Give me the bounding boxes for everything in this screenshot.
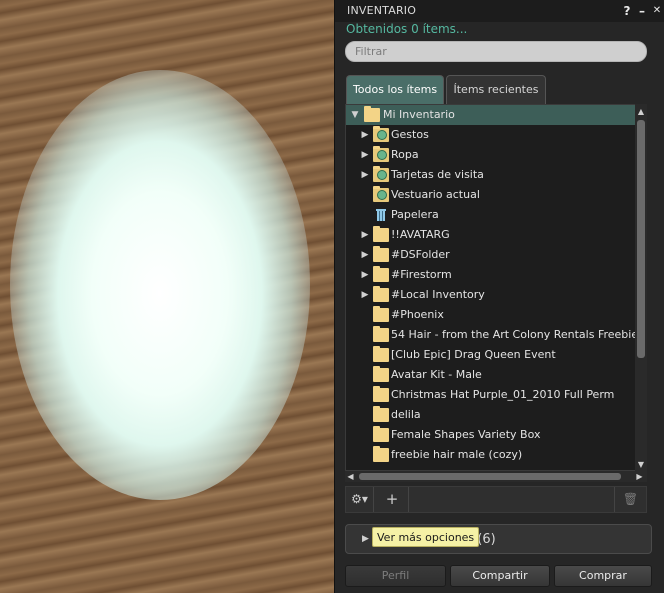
tree-item[interactable]: ▶ Tarjetas de visita	[346, 165, 636, 185]
folder-icon	[373, 366, 389, 382]
folder-icon	[373, 266, 389, 282]
inventory-toolbar: ⚙▾ + 🗑	[345, 486, 647, 513]
tree-item[interactable]: Female Shapes Variety Box	[346, 425, 636, 445]
tree-item-label: Vestuario actual	[391, 188, 480, 201]
tree-item-label: Avatar Kit - Male	[391, 368, 482, 381]
tree-item[interactable]: Christmas Hat Purple_01_2010 Full Perm	[346, 385, 636, 405]
expand-arrow-icon[interactable]: ▶	[360, 145, 370, 165]
title-bar[interactable]: INVENTARIO ? – ✕	[335, 0, 664, 22]
tree-item[interactable]: Avatar Kit - Male	[346, 365, 636, 385]
tree-item-label: Ropa	[391, 148, 419, 161]
window-title: INVENTARIO	[347, 4, 417, 17]
folder-icon	[373, 446, 389, 462]
folder-icon	[373, 406, 389, 422]
folder-icon	[373, 346, 389, 362]
tree-item-label: [Club Epic] Drag Queen Event	[391, 348, 556, 361]
tree-item[interactable]: ▶ Ropa	[346, 145, 636, 165]
profile-button[interactable]: Perfil	[345, 565, 446, 587]
folder-icon	[373, 286, 389, 302]
hscroll-thumb[interactable]	[359, 473, 621, 480]
tree-item[interactable]: #Phoenix	[346, 305, 636, 325]
folder-icon	[373, 246, 389, 262]
tab-all-items[interactable]: Todos los ítems	[346, 75, 444, 104]
tree-item-label: #Phoenix	[391, 308, 444, 321]
buy-button[interactable]: Comprar	[554, 565, 652, 587]
tree-item[interactable]: ▶ Gestos	[346, 125, 636, 145]
scroll-left-icon[interactable]: ◀	[345, 471, 356, 482]
system-folder-icon	[373, 126, 389, 142]
world-viewport	[0, 0, 334, 593]
help-icon[interactable]: ?	[620, 3, 634, 19]
tree-item[interactable]: 54 Hair - from the Art Colony Rentals Fr…	[346, 325, 636, 345]
blurred-object	[10, 70, 310, 500]
folder-icon	[373, 426, 389, 442]
expand-arrow-icon[interactable]: ▶	[360, 245, 370, 265]
tooltip: Ver más opciones	[372, 527, 480, 547]
tree-item[interactable]: Vestuario actual	[346, 185, 636, 205]
tree-root-label: Mi Inventario	[383, 108, 455, 121]
expand-arrow-icon[interactable]: ▶	[360, 225, 370, 245]
expand-arrow-icon[interactable]: ▶	[360, 285, 370, 305]
inventory-tree[interactable]: ▼ Mi Inventario ▶ Gestos ▶ Ropa ▶ Tarjetas de…	[345, 104, 647, 471]
gear-menu-icon[interactable]: ⚙▾	[346, 487, 374, 512]
vertical-scrollbar[interactable]: ▲ ▼	[635, 104, 647, 471]
tree-item[interactable]: ▶ !!AVATARG	[346, 225, 636, 245]
tree-item-label: 54 Hair - from the Art Colony Rentals Fr…	[391, 328, 636, 341]
folder-icon	[373, 326, 389, 342]
tree-item[interactable]: delila	[346, 405, 636, 425]
filter-input[interactable]	[345, 41, 647, 62]
expanded-arrow-icon[interactable]: ▼	[350, 105, 360, 125]
add-icon[interactable]: +	[376, 487, 409, 512]
expand-arrow-icon[interactable]: ▶	[360, 265, 370, 285]
tree-item-label: Papelera	[391, 208, 439, 221]
scroll-down-icon[interactable]: ▼	[635, 459, 647, 470]
tree-item-label: freebie hair male (cozy)	[391, 448, 523, 461]
system-folder-icon	[373, 186, 389, 202]
folder-icon	[373, 386, 389, 402]
tree-item-label: #Firestorm	[391, 268, 452, 281]
delete-icon[interactable]: 🗑	[614, 487, 646, 512]
expand-arrow-icon[interactable]: ▶	[360, 125, 370, 145]
tree-item[interactable]: ▶ #DSFolder	[346, 245, 636, 265]
folder-icon	[373, 306, 389, 322]
system-folder-icon	[373, 166, 389, 182]
collapsed-arrow-icon: ▶	[362, 534, 369, 544]
tree-item[interactable]: ▶ #Firestorm	[346, 265, 636, 285]
tree-item-label: Tarjetas de visita	[391, 168, 484, 181]
tree-item-label: Gestos	[391, 128, 429, 141]
close-icon[interactable]: ✕	[650, 3, 664, 19]
tree-item-label: delila	[391, 408, 421, 421]
tree-item-label: #DSFolder	[391, 248, 450, 261]
tree-item[interactable]: [Club Epic] Drag Queen Event	[346, 345, 636, 365]
minimize-icon[interactable]: –	[635, 3, 649, 19]
system-folder-icon	[373, 146, 389, 162]
scroll-up-icon[interactable]: ▲	[635, 106, 647, 117]
fetch-status: Obtenidos 0 ítems...	[346, 22, 468, 36]
scroll-thumb[interactable]	[637, 120, 645, 358]
scroll-right-icon[interactable]: ▶	[634, 471, 645, 482]
share-button[interactable]: Compartir	[450, 565, 550, 587]
expand-arrow-icon[interactable]: ▶	[360, 165, 370, 185]
horizontal-scrollbar[interactable]: ◀ ▶	[345, 471, 647, 482]
tree-item[interactable]: Papelera	[346, 205, 636, 225]
tab-recent-items[interactable]: Ítems recientes	[446, 75, 546, 104]
tree-item[interactable]: freebie hair male (cozy)	[346, 445, 636, 465]
tree-item-label: !!AVATARG	[391, 228, 450, 241]
folder-open-icon	[364, 106, 380, 122]
tree-item-label: Christmas Hat Purple_01_2010 Full Perm	[391, 388, 615, 401]
tree-root[interactable]: ▼ Mi Inventario	[346, 105, 636, 125]
tree-item-label: Female Shapes Variety Box	[391, 428, 541, 441]
trash-icon	[373, 208, 389, 222]
folder-icon	[373, 226, 389, 242]
tree-item-label: #Local Inventory	[391, 288, 485, 301]
tree-item[interactable]: ▶ #Local Inventory	[346, 285, 636, 305]
inventory-floater: INVENTARIO ? – ✕ Obtenidos 0 ítems... To…	[334, 0, 664, 593]
